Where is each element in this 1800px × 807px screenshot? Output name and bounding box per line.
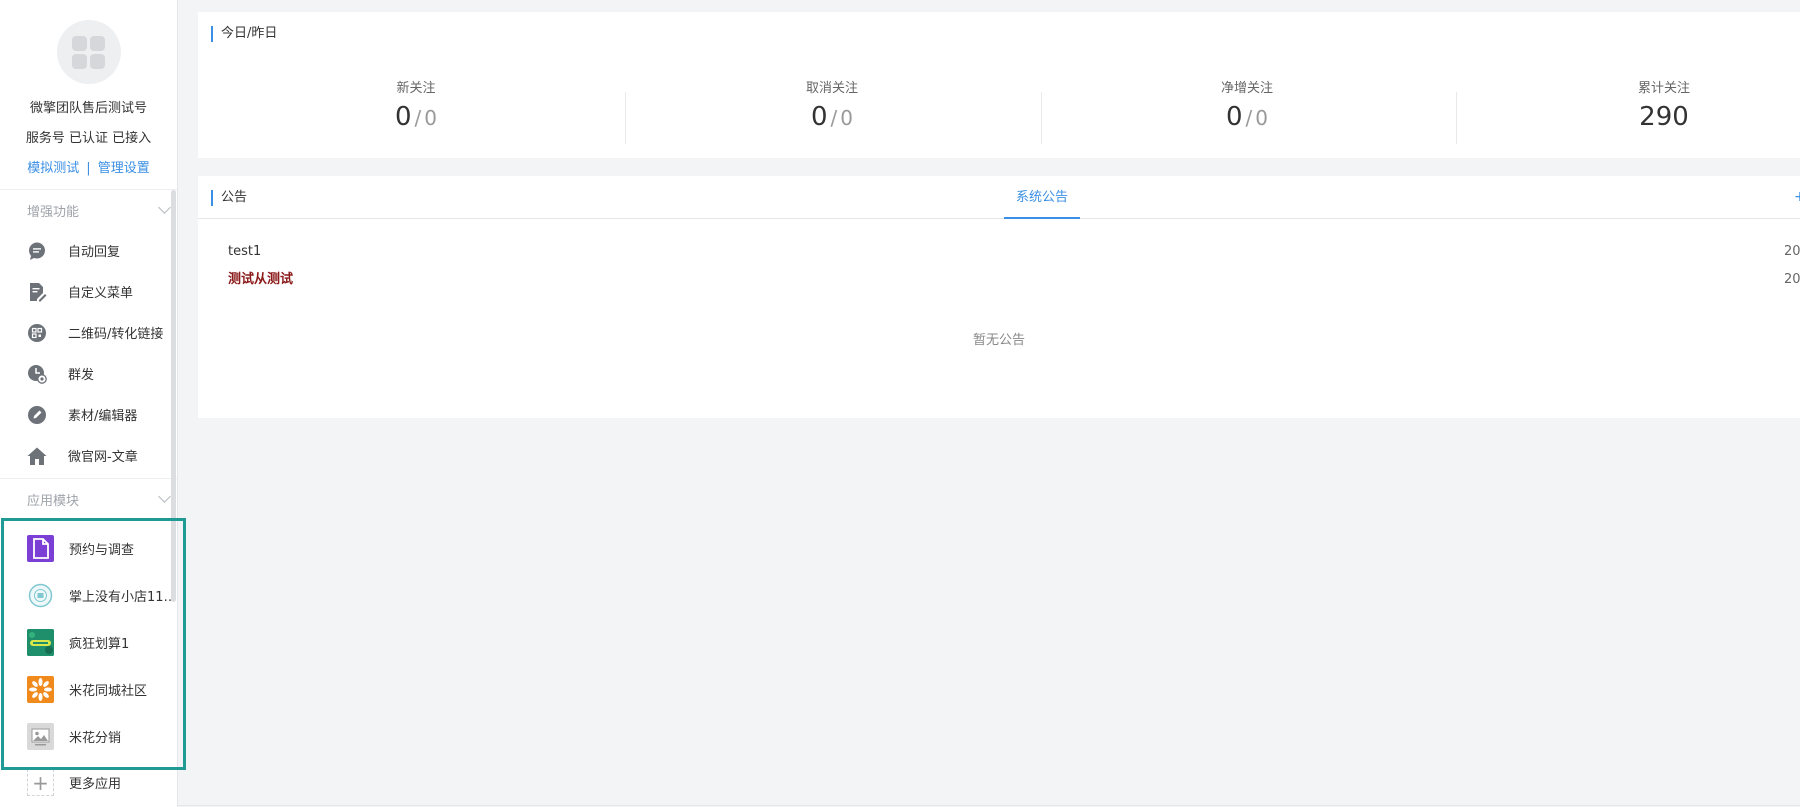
account-name: 微擎团队售后测试号: [29, 101, 147, 116]
app-item-crazy-bargain[interactable]: 疯狂划算1: [0, 619, 177, 666]
pencil-icon: [27, 405, 47, 425]
stats-panel-title: 今日/昨日: [211, 26, 277, 42]
bargain-app-icon: [27, 629, 54, 656]
stat-value: 0/0: [1147, 102, 1347, 133]
app-item-label: 疯狂划算1: [69, 637, 130, 652]
app-item-label: 预约与调查: [69, 543, 135, 558]
stat-separator: /: [1245, 106, 1253, 130]
app-item-label: 米花分销: [69, 731, 122, 746]
empty-notice-text: 暂无公告: [972, 333, 1025, 348]
account-avatar: [56, 20, 121, 84]
nav-item-label: 自动回复: [68, 245, 121, 260]
nav-item-qrcode[interactable]: 二维码/转化链接: [0, 312, 177, 353]
notice-date: 20: [1784, 244, 1800, 259]
document-app-icon: [27, 535, 54, 562]
notice-date: 20: [1784, 272, 1800, 287]
more-apps-button[interactable]: + 更多应用: [0, 760, 177, 805]
nav-item-micro-site[interactable]: 微官网-文章: [0, 435, 177, 476]
chevron-down-icon: [158, 490, 171, 503]
simulate-test-link[interactable]: 模拟测试: [27, 161, 79, 176]
more-apps-label: 更多应用: [69, 777, 122, 792]
app-item-label: 米花同城社区: [69, 684, 148, 699]
stat-divider: [1041, 92, 1042, 144]
stat-value: 290: [1564, 102, 1764, 132]
community-app-icon: [27, 676, 54, 703]
stat-label: 累计关注: [1637, 81, 1690, 96]
qrcode-icon: [27, 323, 47, 343]
plus-icon: +: [27, 769, 54, 796]
link-divider: |: [86, 161, 91, 176]
stat-new-follow: 新关注 0/0: [316, 80, 516, 133]
nav-item-label: 自定义菜单: [68, 286, 134, 301]
stat-yesterday: 0: [424, 106, 438, 130]
shop-app-icon: [27, 582, 54, 609]
bottom-divider: [178, 805, 1800, 806]
app-item-mihua-community[interactable]: 米花同城社区: [0, 666, 177, 713]
nav-item-custom-menu[interactable]: 自定义菜单: [0, 271, 177, 312]
stat-separator: /: [830, 106, 838, 130]
add-notice-button[interactable]: +: [1794, 189, 1800, 205]
stat-value: 0/0: [732, 102, 932, 133]
app-item-reservation-survey[interactable]: 预约与调查: [0, 525, 177, 572]
stat-total-follow: 累计关注 290: [1564, 80, 1764, 132]
chevron-down-icon: [158, 201, 171, 214]
stat-divider: [1456, 92, 1457, 144]
sidebar-scrollbar[interactable]: [171, 190, 176, 602]
stat-unfollow: 取消关注 0/0: [732, 80, 932, 133]
sidebar: 微擎团队售后测试号 服务号 已认证 已接入 模拟测试 | 管理设置 增强功能 自动回…: [0, 0, 178, 807]
stat-label: 新关注: [396, 81, 436, 96]
nav-item-label: 微官网-文章: [68, 450, 138, 465]
section-apps-header[interactable]: 应用模块: [0, 479, 177, 519]
manage-settings-link[interactable]: 管理设置: [98, 161, 150, 176]
stat-total: 290: [1639, 102, 1689, 132]
section-enhance-header[interactable]: 增强功能: [0, 190, 177, 230]
stat-today: 0: [810, 102, 828, 132]
nav-item-label: 素材/编辑器: [68, 409, 138, 424]
notice-item[interactable]: test1: [228, 243, 261, 261]
notice-item[interactable]: 测试从测试: [228, 271, 293, 289]
app-item-mihua-distribution[interactable]: 米花分销: [0, 713, 177, 760]
stat-label: 取消关注: [805, 81, 858, 96]
edit-document-icon: [27, 282, 47, 302]
app-item-mobile-shop[interactable]: 掌上没有小店111...: [0, 572, 177, 619]
image-placeholder-icon: [27, 723, 54, 750]
nav-item-material-editor[interactable]: 素材/编辑器: [0, 394, 177, 435]
account-links: 模拟测试 | 管理设置: [0, 160, 177, 178]
stat-yesterday: 0: [840, 106, 854, 130]
section-enhance-label: 增强功能: [27, 204, 80, 220]
clock-send-icon: [27, 364, 47, 384]
chat-bubble-icon: [27, 241, 47, 261]
nav-item-broadcast[interactable]: 群发: [0, 353, 177, 394]
stat-label: 净增关注: [1220, 81, 1273, 96]
stat-divider: [625, 92, 626, 144]
stat-yesterday: 0: [1255, 106, 1269, 130]
notice-panel: 公告 系统公告 + test1 20 测试从测试 20 暂无公告: [198, 176, 1800, 418]
nav-item-label: 群发: [68, 368, 95, 383]
stat-today: 0: [394, 102, 412, 132]
stats-panel: 今日/昨日 新关注 0/0 取消关注 0/0 净增关注 0/0 累计关注 290: [198, 12, 1800, 158]
account-status: 服务号 已认证 已接入: [25, 131, 152, 146]
account-card: 微擎团队售后测试号 服务号 已认证 已接入 模拟测试 | 管理设置: [0, 0, 177, 190]
tab-system-notice[interactable]: 系统公告: [1004, 176, 1081, 219]
stat-separator: /: [414, 106, 422, 130]
nav-item-label: 二维码/转化链接: [68, 327, 164, 342]
notice-header: 公告 系统公告 +: [198, 176, 1800, 219]
stat-today: 0: [1225, 102, 1243, 132]
notice-panel-title: 公告: [211, 190, 247, 206]
stat-value: 0/0: [316, 102, 516, 133]
stat-net-follow: 净增关注 0/0: [1147, 80, 1347, 133]
app-item-label: 掌上没有小店111...: [69, 590, 177, 605]
home-icon: [27, 446, 47, 466]
section-apps-label: 应用模块: [27, 493, 80, 509]
nav-item-auto-reply[interactable]: 自动回复: [0, 230, 177, 271]
